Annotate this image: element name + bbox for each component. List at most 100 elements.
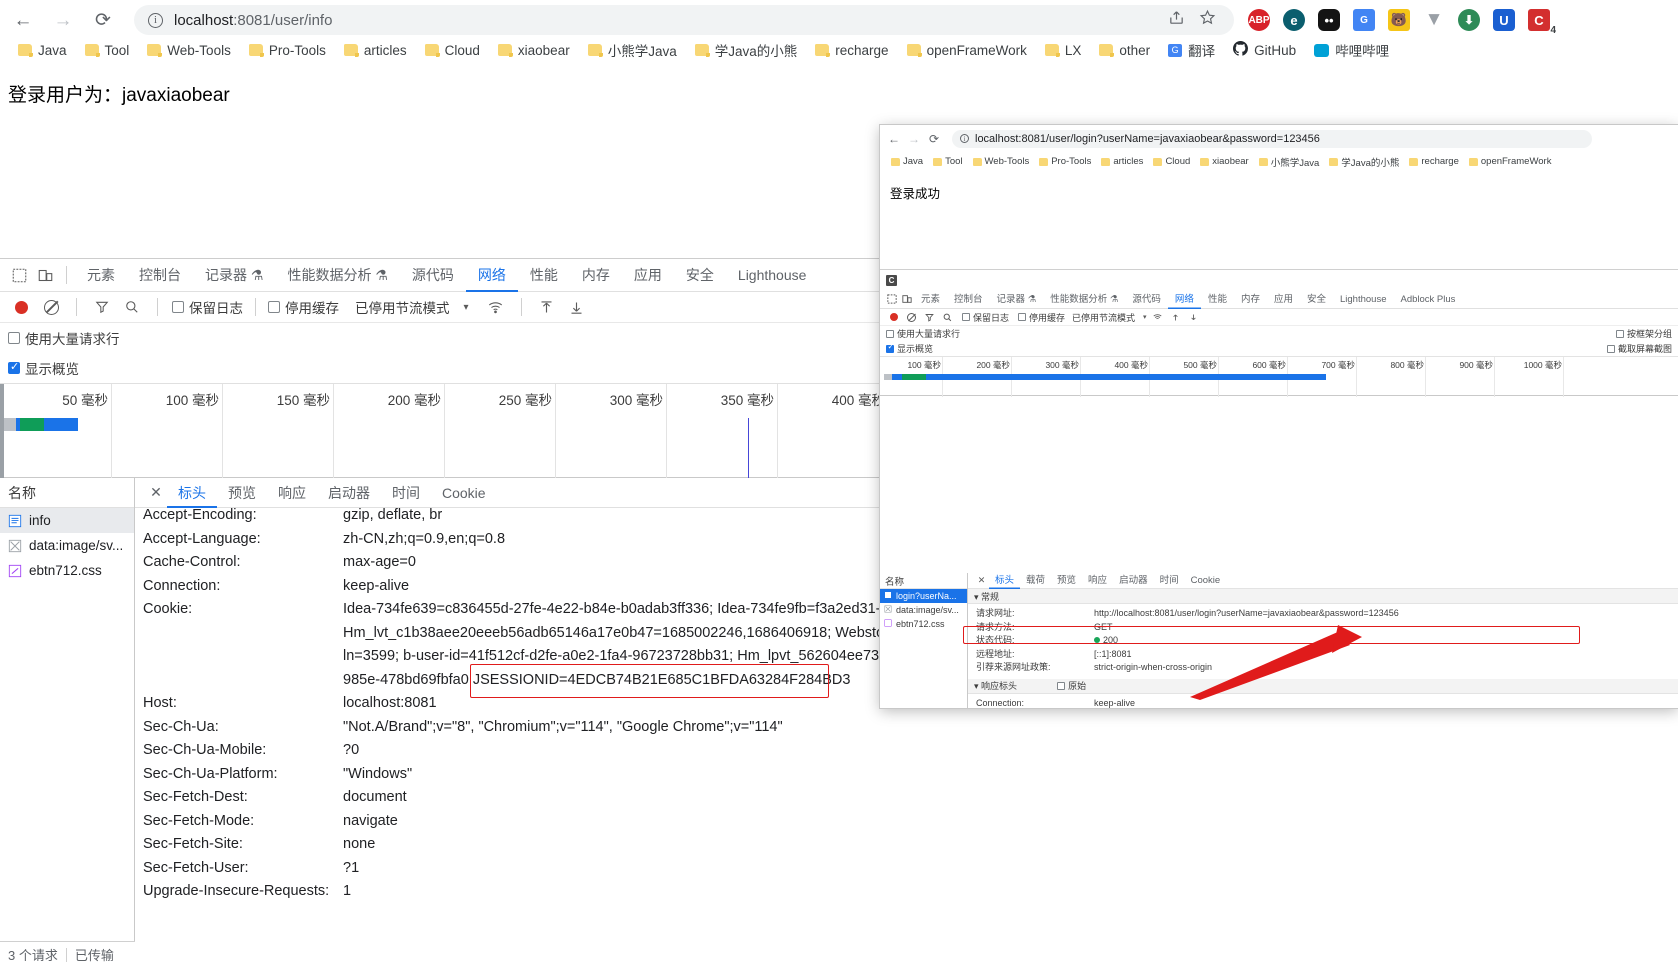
bookmark-lx[interactable]: LX — [1037, 40, 1090, 61]
inner-browser-window[interactable]: ← → ⟳ i localhost:8081/user/login?userNa… — [880, 125, 1678, 708]
inner-import-har-icon[interactable] — [1168, 310, 1183, 325]
inner-detail-tab-headers[interactable]: 标头 — [989, 573, 1020, 589]
inner-bookmark[interactable]: xiaobear — [1195, 155, 1253, 168]
tab-elements[interactable]: 元素 — [75, 259, 127, 292]
tab-performance[interactable]: 性能 — [518, 259, 570, 292]
tab-recorder[interactable]: 记录器 ⚗ — [193, 259, 275, 292]
tab-network[interactable]: 网络 — [466, 259, 518, 292]
forward-button[interactable]: → — [46, 3, 80, 37]
inner-tab-security[interactable]: 安全 — [1300, 290, 1333, 309]
adblock-plus-icon[interactable]: ABP — [1248, 9, 1270, 31]
inner-overview-timeline[interactable]: 100 毫秒 200 毫秒 300 毫秒 400 毫秒 500 毫秒 600 毫… — [880, 356, 1678, 397]
import-har-icon[interactable] — [534, 294, 560, 320]
inner-bookmark[interactable]: 小熊学Java — [1254, 154, 1325, 170]
detail-tab-headers[interactable]: 标头 — [167, 478, 217, 508]
inner-export-har-icon[interactable] — [1186, 310, 1201, 325]
inner-inspect-element-icon[interactable] — [884, 292, 899, 307]
tab-lighthouse[interactable]: Lighthouse — [726, 259, 819, 292]
detail-tab-preview[interactable]: 预览 — [217, 478, 267, 508]
share-icon[interactable] — [1168, 9, 1185, 31]
inner-tab-console[interactable]: 控制台 — [947, 290, 990, 309]
record-button[interactable] — [8, 294, 34, 320]
disable-cache-checkbox[interactable]: 停用缓存 — [268, 297, 339, 317]
inner-tab-adblock-plus[interactable]: Adblock Plus — [1393, 290, 1462, 309]
detail-tab-timing[interactable]: 时间 — [381, 478, 431, 508]
bookmark-web-tools[interactable]: Web-Tools — [139, 40, 239, 61]
inner-tab-memory[interactable]: 内存 — [1234, 290, 1267, 309]
raw-checkbox[interactable]: 原始 — [1057, 679, 1086, 692]
inner-device-toolbar-icon[interactable] — [899, 292, 914, 307]
bookmark-openframework[interactable]: openFrameWork — [899, 40, 1035, 61]
inner-bookmark[interactable]: Java — [886, 155, 928, 168]
dark-reader-icon[interactable]: •• — [1318, 9, 1340, 31]
inner-detail-tab-timing[interactable]: 时间 — [1154, 573, 1185, 589]
inspect-element-icon[interactable] — [6, 262, 32, 288]
detail-tab-cookies[interactable]: Cookie — [431, 478, 497, 508]
request-row-dataimage[interactable]: data:image/sv... — [0, 533, 134, 558]
bookmark-other[interactable]: other — [1091, 40, 1158, 61]
big-request-rows-checkbox[interactable]: 使用大量请求行 — [8, 328, 120, 348]
inner-clear-button[interactable] — [904, 310, 919, 325]
inner-bookmark[interactable]: Tool — [928, 155, 967, 168]
inner-detail-tab-initiator[interactable]: 启动器 — [1113, 573, 1154, 589]
inner-record-button[interactable] — [886, 310, 901, 325]
wifi-icon[interactable] — [483, 294, 509, 320]
inner-request-row-dataimage[interactable]: data:image/sv... — [880, 603, 967, 617]
export-har-icon[interactable] — [564, 294, 590, 320]
inner-tab-elements[interactable]: 元素 — [914, 290, 947, 309]
idm-icon[interactable]: ⬇ — [1458, 9, 1480, 31]
inner-request-row-login[interactable]: login?userNa... — [880, 589, 967, 603]
bookmark-xiaobear[interactable]: xiaobear — [490, 40, 578, 61]
close-icon[interactable]: ✕ — [145, 484, 167, 501]
inner-detail-tab-cookies[interactable]: Cookie — [1185, 573, 1227, 589]
bookmark-tool[interactable]: Tool — [77, 40, 138, 61]
inner-filter-icon[interactable] — [922, 310, 937, 325]
inner-chevron-down-icon[interactable]: ▾ — [1143, 313, 1147, 321]
inner-bookmark[interactable]: openFrameWork — [1464, 155, 1557, 168]
inner-request-row-css[interactable]: ebtn712.css — [880, 617, 967, 631]
bookmark-translate[interactable]: G 翻译 — [1160, 37, 1223, 63]
bookmark-bilibili[interactable]: 哔哩哔哩 — [1306, 37, 1397, 63]
inner-throttling-select[interactable]: 已停用节流模式 — [1072, 311, 1135, 324]
inner-tab-network[interactable]: 网络 — [1168, 290, 1201, 309]
inner-bookmark[interactable]: Web-Tools — [968, 155, 1035, 168]
inner-bookmark[interactable]: Pro-Tools — [1034, 155, 1096, 168]
tab-security[interactable]: 安全 — [674, 259, 726, 292]
google-translate-icon[interactable]: G — [1353, 9, 1375, 31]
tab-console[interactable]: 控制台 — [127, 259, 193, 292]
tab-memory[interactable]: 内存 — [570, 259, 622, 292]
address-bar[interactable]: i localhost:8081/user/info — [134, 5, 1234, 35]
inner-show-overview-checkbox[interactable]: 显示概览 — [886, 342, 933, 355]
inner-wifi-icon[interactable] — [1150, 310, 1165, 325]
inner-disable-cache-checkbox[interactable]: 停用缓存 — [1018, 311, 1065, 324]
inner-tab-recorder[interactable]: 记录器 ⚗ — [990, 290, 1044, 309]
filter-icon[interactable] — [89, 294, 115, 320]
request-row-css[interactable]: ebtn712.css — [0, 558, 134, 583]
inner-tab-performance[interactable]: 性能 — [1201, 290, 1234, 309]
inner-tab-performance-insights[interactable]: 性能数据分析 ⚗ — [1043, 290, 1125, 309]
tab-sources[interactable]: 源代码 — [400, 259, 466, 292]
tab-performance-insights[interactable]: 性能数据分析 ⚗ — [275, 259, 399, 292]
detail-tab-response[interactable]: 响应 — [267, 478, 317, 508]
inner-close-icon[interactable]: ✕ — [974, 573, 989, 588]
inner-preserve-log-checkbox[interactable]: 保留日志 — [962, 311, 1009, 324]
inner-tab-application[interactable]: 应用 — [1267, 290, 1300, 309]
inner-tab-sources[interactable]: 源代码 — [1125, 290, 1168, 309]
chevron-down-icon[interactable]: ▾ — [464, 302, 469, 313]
bookmark-articles[interactable]: articles — [336, 40, 415, 61]
detail-tab-initiator[interactable]: 启动器 — [317, 478, 381, 508]
winnie-pooh-icon[interactable]: 🐻 — [1388, 9, 1410, 31]
clipboard-icon[interactable]: C4 — [1528, 9, 1556, 36]
inner-reload-button[interactable]: ⟳ — [924, 129, 944, 149]
show-overview-checkbox[interactable]: 显示概览 — [8, 358, 79, 378]
inner-bookmark[interactable]: Cloud — [1148, 155, 1195, 168]
inner-search-icon[interactable] — [940, 310, 955, 325]
inner-big-request-rows-checkbox[interactable]: 使用大量请求行 — [886, 327, 960, 340]
tab-application[interactable]: 应用 — [622, 259, 674, 292]
inner-site-info-icon[interactable]: i — [960, 134, 969, 143]
request-row-info[interactable]: info — [0, 508, 134, 533]
bookmark-pro-tools[interactable]: Pro-Tools — [241, 40, 334, 61]
privacy-badger-icon[interactable]: U — [1493, 9, 1515, 31]
vimium-icon[interactable]: ▼ — [1423, 9, 1445, 31]
ghostery-icon[interactable]: e — [1283, 9, 1305, 31]
